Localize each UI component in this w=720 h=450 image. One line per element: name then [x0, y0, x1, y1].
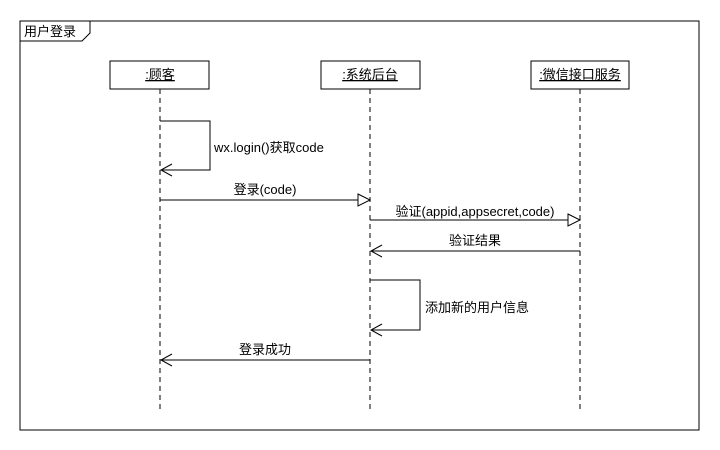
- message-login-success: 登录成功: [159, 342, 370, 367]
- message-label: 验证结果: [449, 233, 501, 248]
- message-self-add-user: 添加新的用户信息: [369, 279, 529, 337]
- frame-title: 用户登录: [24, 24, 76, 39]
- sequence-diagram: 用户登录 :顾客 :系统后台 :微信接口服务 wx.login()获取code …: [19, 20, 700, 431]
- arrowhead-hollow: [357, 193, 372, 207]
- message-line: [370, 279, 421, 331]
- message-line: [160, 120, 211, 171]
- lifeline-customer: :顾客: [109, 60, 210, 410]
- message-self-wx-login: wx.login()获取code: [159, 120, 324, 177]
- message-verify: 验证(appid,appsecret,code): [370, 204, 582, 227]
- message-label: 登录成功: [239, 342, 291, 357]
- message-login: 登录(code): [160, 182, 372, 207]
- message-label: 添加新的用户信息: [425, 300, 529, 315]
- lifeline-wechat-service: :微信接口服务: [530, 60, 630, 410]
- lifeline-label: :微信接口服务: [539, 67, 621, 82]
- message-verify-result: 验证结果: [369, 233, 580, 258]
- message-label: 验证(appid,appsecret,code): [396, 204, 555, 219]
- message-label: wx.login()获取code: [213, 140, 324, 155]
- arrowhead-hollow: [567, 213, 582, 227]
- lifeline-label: :系统后台: [342, 67, 398, 82]
- lifeline-backend: :系统后台: [320, 60, 421, 410]
- message-label: 登录(code): [234, 182, 297, 197]
- lifeline-label: :顾客: [145, 67, 175, 82]
